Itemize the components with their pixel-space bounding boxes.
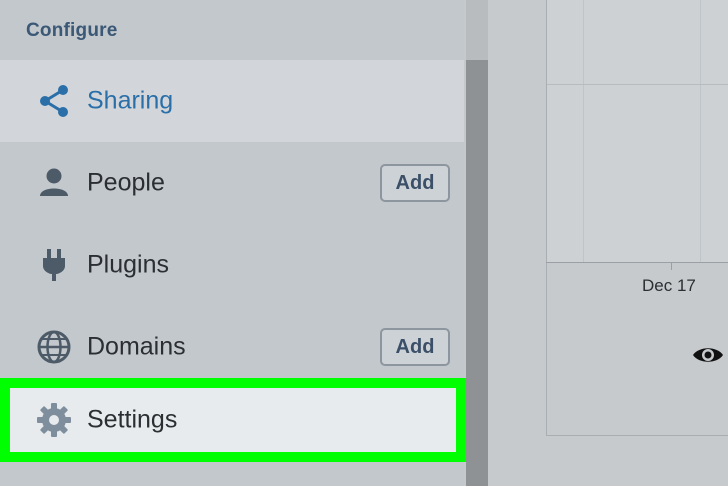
sidebar-item-people[interactable]: People Add bbox=[0, 142, 464, 224]
sidebar-item-label: People bbox=[87, 168, 165, 197]
chart-x-tick bbox=[671, 262, 672, 270]
eye-icon[interactable] bbox=[692, 344, 724, 371]
scrollbar-track-top bbox=[466, 0, 488, 60]
sidebar-scrollbar[interactable] bbox=[466, 60, 488, 486]
chart-x-axis bbox=[546, 262, 728, 263]
add-people-button[interactable]: Add bbox=[380, 164, 450, 202]
sidebar-item-settings[interactable]: Settings bbox=[10, 388, 454, 452]
chart-gridline bbox=[583, 0, 584, 262]
chart-gridline bbox=[547, 84, 728, 85]
chart-gridline bbox=[700, 0, 701, 262]
sidebar-item-label: Settings bbox=[87, 405, 178, 434]
plug-icon bbox=[34, 245, 74, 285]
chart-x-tick-label: Dec 17 bbox=[642, 276, 696, 295]
sidebar-item-plugins[interactable]: Plugins bbox=[0, 224, 464, 306]
gear-icon bbox=[34, 400, 74, 440]
add-domain-button[interactable]: Add bbox=[380, 328, 450, 366]
share-icon bbox=[34, 81, 74, 121]
sidebar-item-domains[interactable]: Domains Add bbox=[0, 306, 464, 388]
sidebar-item-label: Domains bbox=[87, 332, 186, 361]
person-icon bbox=[34, 163, 74, 203]
globe-icon bbox=[34, 327, 74, 367]
sidebar-item-sharing[interactable]: Sharing bbox=[0, 60, 464, 142]
section-title: Configure bbox=[26, 20, 118, 41]
sidebar-item-label: Sharing bbox=[87, 86, 174, 115]
sidebar-item-label: Plugins bbox=[87, 250, 169, 279]
